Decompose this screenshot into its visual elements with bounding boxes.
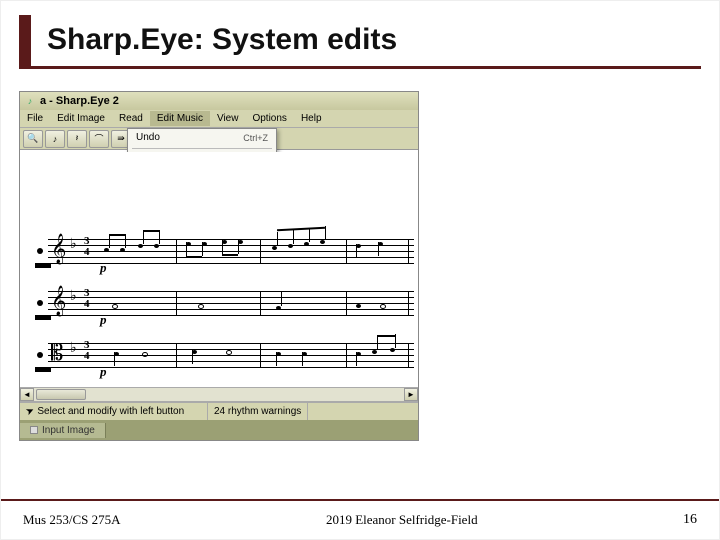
- key-signature: ♭: [70, 288, 77, 305]
- key-signature: ♭: [70, 236, 77, 253]
- staff-row: 𝄞 ♭ 34 p: [20, 280, 418, 326]
- staff-row: 𝄡 ♭ 34 p: [20, 332, 418, 378]
- app-titlebar: ♪ a - Sharp.Eye 2: [20, 92, 418, 110]
- menu-help[interactable]: Help: [294, 111, 329, 126]
- slide: Sharp.Eye: System edits ♪ a - Sharp.Eye …: [0, 0, 720, 540]
- cursor-icon: ➤: [24, 405, 36, 419]
- footer-center: 2019 Eleanor Selfridge-Field: [326, 512, 478, 528]
- app-icon: ♪: [24, 95, 36, 107]
- staff[interactable]: 𝄞 ♭ 34 p: [48, 234, 414, 268]
- time-signature: 34: [84, 288, 90, 310]
- menu-undo-shortcut: Ctrl+Z: [231, 133, 268, 143]
- footer-right: 16: [683, 512, 697, 528]
- staff[interactable]: 𝄞 ♭ 34 p: [48, 286, 414, 320]
- zoom-in-icon[interactable]: 🔍: [23, 130, 43, 148]
- rest-icon[interactable]: 𝄽: [67, 130, 87, 148]
- staff-bracket: [20, 300, 48, 306]
- footer-left: Mus 253/CS 275A: [23, 512, 121, 528]
- statusbar: ➤ Select and modify with left button 24 …: [20, 402, 418, 420]
- window-title: a - Sharp.Eye 2: [40, 95, 119, 107]
- tab-icon: [30, 426, 38, 434]
- title-area: Sharp.Eye: System edits: [19, 15, 701, 69]
- scroll-thumb[interactable]: [36, 389, 86, 400]
- staff-bracket: [20, 352, 48, 358]
- staff-row: 𝄞 ♭ 34 p: [20, 228, 418, 274]
- menu-options[interactable]: Options: [245, 111, 293, 126]
- note-icon[interactable]: ♪: [45, 130, 65, 148]
- staff-row: 𝄢 ♭ 34 p: [20, 384, 418, 386]
- menu-undo[interactable]: Undo Ctrl+Z: [128, 129, 276, 146]
- horizontal-scrollbar[interactable]: ◄ ►: [20, 387, 418, 402]
- slide-title: Sharp.Eye: System edits: [19, 15, 701, 57]
- notes: [98, 338, 414, 372]
- treble-clef-icon: 𝄞: [51, 286, 66, 317]
- scroll-right-icon[interactable]: ►: [404, 388, 418, 401]
- status-left: ➤ Select and modify with left button: [20, 403, 208, 420]
- treble-clef-icon: 𝄞: [51, 234, 66, 265]
- score-area[interactable]: 𝄞 ♭ 34 p: [20, 152, 418, 386]
- app-window: ♪ a - Sharp.Eye 2 File Edit Image Read E…: [19, 91, 419, 441]
- menubar: File Edit Image Read Edit Music View Opt…: [20, 110, 418, 128]
- scroll-left-icon[interactable]: ◄: [20, 388, 34, 401]
- tie-icon[interactable]: ⌒: [89, 130, 109, 148]
- notes: [98, 286, 414, 320]
- alto-clef-icon: 𝄡: [51, 340, 63, 366]
- menu-edit-music[interactable]: Edit Music: [150, 111, 210, 126]
- slide-footer: Mus 253/CS 275A 2019 Eleanor Selfridge-F…: [1, 499, 719, 539]
- time-signature: 34: [84, 340, 90, 362]
- menu-sep: [132, 148, 272, 149]
- time-signature: 34: [84, 236, 90, 258]
- tab-input-image[interactable]: Input Image: [20, 423, 106, 438]
- menu-undo-label: Undo: [136, 132, 160, 143]
- menu-file[interactable]: File: [20, 111, 50, 126]
- status-right: 24 rhythm warnings: [208, 403, 308, 420]
- notes: [98, 234, 414, 268]
- staff[interactable]: 𝄡 ♭ 34 p: [48, 338, 414, 372]
- staff-bracket: [20, 248, 48, 254]
- menu-edit-image[interactable]: Edit Image: [50, 111, 112, 126]
- menu-read[interactable]: Read: [112, 111, 150, 126]
- key-signature: ♭: [70, 340, 77, 357]
- bottom-tab-bar: Input Image: [20, 420, 418, 440]
- menu-view[interactable]: View: [210, 111, 246, 126]
